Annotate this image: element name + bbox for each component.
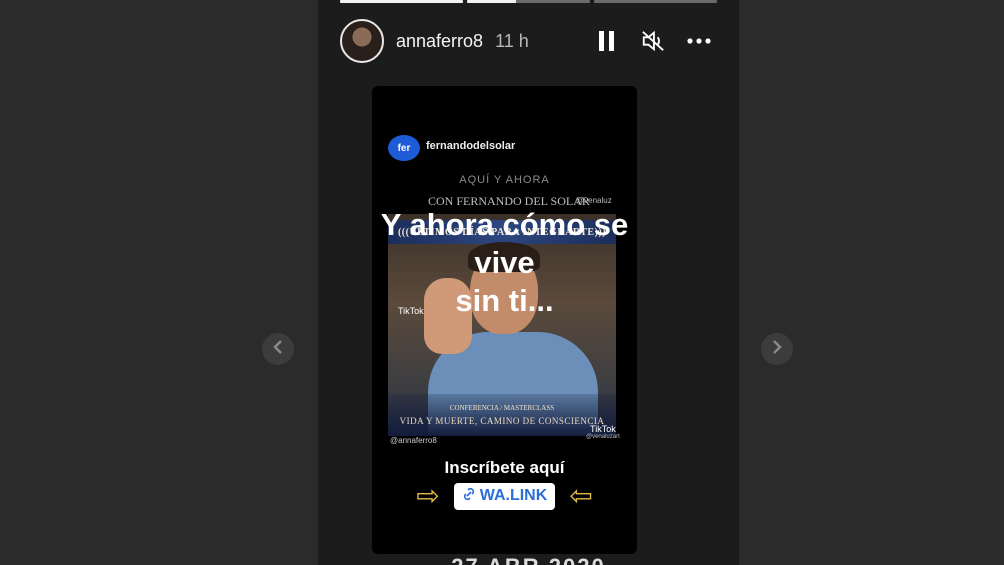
more-options-icon[interactable] [687,29,711,53]
arrow-right-icon: ⇨ [416,480,440,511]
event-title: VIDA Y MUERTE, CAMINO DE CONSCIENCIA [399,416,605,426]
tiktok-handle: @venaluzart [586,434,620,440]
chevron-right-icon [771,339,783,359]
link-label: WA.LINK [479,487,548,504]
tiktok-watermark-b: TikTok @venaluzart [586,424,620,440]
cta-text: Inscríbete aquí [444,458,565,477]
progress-bars [340,0,717,3]
next-story-button[interactable] [761,333,793,365]
story-content[interactable]: fer fernandodelsolar AQUÍ Y AHORA CON FE… [372,86,637,554]
creator-handle: @annaferro8 [390,436,437,445]
progress-segment [467,0,590,3]
caption-line: Y ahora cómo se vive [380,207,629,280]
caption-line: sin ti... [455,283,554,318]
username[interactable]: annaferro8 [396,31,483,52]
link-sticker[interactable]: WA.LINK [453,482,556,510]
story-caption: Y ahora cómo se vive sin ti... [372,206,637,320]
tiktok-label: TikTok [590,424,616,434]
embedded-handle: @venaluz [576,196,612,205]
progress-segment [340,0,463,3]
account-badge: fer [388,135,420,161]
story-viewer: annaferro8 11 h fer fernandodelsolar AQU… [318,0,739,565]
previous-story-button[interactable] [262,333,294,365]
post-time: 11 h [495,30,529,51]
link-icon [462,487,476,506]
arrow-left-icon: ⇦ [569,480,593,511]
conference-label: CONFERENCIA / MASTERCLASS [449,404,555,412]
avatar[interactable] [340,19,384,63]
mute-icon[interactable] [641,29,665,53]
embedded-subtitle: AQUÍ Y AHORA [459,174,550,186]
date-peek: 27 ABR 2020 [318,554,739,565]
story-header: annaferro8 11 h [340,18,717,64]
pause-icon[interactable] [595,29,619,53]
embedded-account-name: fernandodelsolar [426,140,516,152]
lower-band [388,394,616,436]
chevron-left-icon [272,339,284,359]
progress-segment [594,0,717,3]
link-row: ⇨ WA.LINK ⇦ [372,482,637,510]
